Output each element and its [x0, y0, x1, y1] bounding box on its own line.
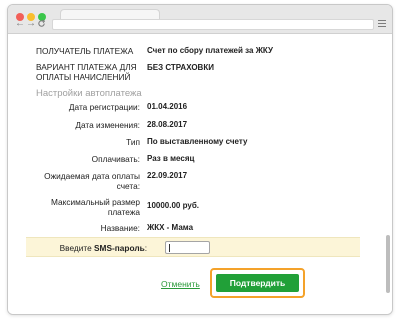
- payment-variant-label: ВАРИАНТ ПЛАТЕЖА ДЛЯ ОПЛАТЫ НАЧИСЛЕНИЙ: [36, 62, 137, 82]
- sms-label-bold: SMS-пароль: [94, 243, 145, 253]
- sms-password-label: Введите SMS-пароль:: [26, 243, 147, 253]
- name-value: ЖКХ - Мама: [147, 223, 194, 232]
- change-date-label: Дата изменения:: [75, 120, 140, 130]
- payment-variant-value: БЕЗ СТРАХОВКИ: [147, 63, 214, 72]
- max-amount-value: 10000.00 руб.: [147, 201, 199, 210]
- type-label: Тип: [126, 137, 140, 147]
- registration-date-value: 01.04.2016: [147, 102, 188, 111]
- reload-icon[interactable]: [37, 19, 46, 31]
- hamburger-menu-icon[interactable]: [378, 20, 386, 28]
- browser-toolbar: ← →: [8, 5, 392, 34]
- forward-arrow-icon[interactable]: →: [26, 19, 36, 29]
- change-date-value: 28.08.2017: [147, 120, 188, 129]
- frequency-label: Оплачивать:: [91, 154, 140, 164]
- sms-password-row: Введите SMS-пароль:: [26, 237, 360, 257]
- address-bar[interactable]: [52, 19, 374, 30]
- max-amount-label: Максимальный размер платежа: [51, 197, 140, 217]
- page-content: ПОЛУЧАТЕЛЬ ПЛАТЕЖА Счет по сбору платеже…: [8, 35, 392, 314]
- cancel-link[interactable]: Отменить: [161, 279, 200, 289]
- recipient-label: ПОЛУЧАТЕЛЬ ПЛАТЕЖА: [36, 46, 134, 56]
- sms-label-prefix: Введите: [59, 243, 95, 253]
- text-cursor: [169, 244, 170, 252]
- recipient-value: Счет по сбору платежей за ЖКУ: [147, 46, 273, 55]
- browser-window: ← → ПОЛУЧАТЕЛЬ ПЛАТЕЖА Счет по сбору пла…: [7, 4, 393, 315]
- autopay-settings-title: Настройки автоплатежа: [36, 88, 142, 99]
- expected-date-value: 22.09.2017: [147, 171, 188, 180]
- scrollbar-thumb[interactable]: [386, 235, 390, 293]
- vertical-scrollbar[interactable]: [386, 41, 390, 293]
- back-arrow-icon[interactable]: ←: [15, 19, 25, 29]
- type-value: По выставленному счету: [147, 137, 248, 146]
- frequency-value: Раз в месяц: [147, 154, 195, 163]
- name-label: Название:: [100, 223, 140, 233]
- expected-date-label: Ожидаемая дата оплаты счета:: [44, 171, 140, 191]
- confirm-button[interactable]: Подтвердить: [216, 274, 299, 292]
- sms-password-input[interactable]: [165, 241, 210, 254]
- sms-label-suffix: :: [144, 243, 147, 253]
- registration-date-label: Дата регистрации:: [68, 102, 140, 112]
